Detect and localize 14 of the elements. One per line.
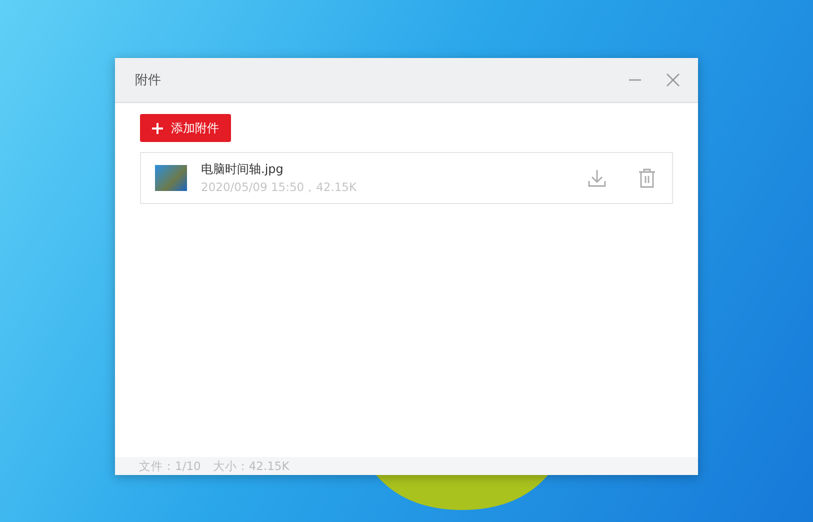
window-title: 附件	[135, 72, 161, 89]
delete-button[interactable]	[638, 168, 656, 188]
download-button[interactable]	[587, 168, 607, 188]
add-attachment-button[interactable]: 添加附件	[140, 114, 231, 142]
close-button[interactable]	[666, 73, 680, 87]
file-meta: 2020/05/09 15:50，42.15K	[201, 180, 358, 195]
image-thumbnail	[155, 165, 187, 191]
total-size: 大小：42.15K	[212, 458, 290, 474]
file-name: 电脑时间轴.jpg	[201, 161, 284, 178]
trash-icon	[638, 168, 656, 188]
file-count: 文件：1/10	[139, 458, 201, 474]
plus-icon	[152, 122, 163, 134]
download-icon	[587, 168, 607, 188]
close-icon	[666, 73, 680, 87]
